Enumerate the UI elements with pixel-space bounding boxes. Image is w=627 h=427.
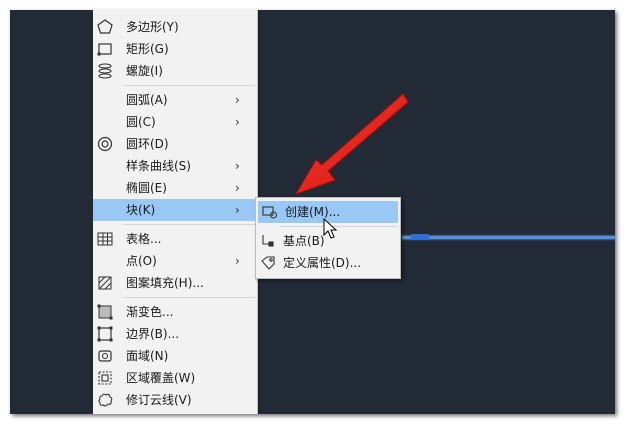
menu-separator xyxy=(123,85,255,86)
menu-separator xyxy=(123,224,255,225)
menu-separator xyxy=(123,297,255,298)
chevron-right-icon: › xyxy=(235,203,240,217)
submenu-item-label: 基点(B) xyxy=(283,234,325,248)
menu-item-label: 螺旋(I) xyxy=(126,64,163,78)
menu-item-ellipse[interactable]: 椭圆(E) › xyxy=(93,177,257,199)
gradient-icon xyxy=(96,303,114,321)
boundary-icon xyxy=(96,325,114,343)
region-icon xyxy=(96,347,114,365)
chevron-right-icon: › xyxy=(235,181,240,195)
line-grip-handle[interactable] xyxy=(411,234,429,240)
chevron-right-icon: › xyxy=(235,93,240,107)
menu-item-label: 圆(C) xyxy=(126,115,156,129)
mouse-cursor-icon xyxy=(323,218,338,239)
chevron-right-icon: › xyxy=(235,115,240,129)
menu-item-table[interactable]: 表格... xyxy=(93,228,257,250)
menu-item-region[interactable]: 面域(N) xyxy=(93,345,257,367)
menu-item-polygon[interactable]: 多边形(Y) xyxy=(93,16,257,38)
drawn-line[interactable] xyxy=(402,236,615,239)
menu-separator xyxy=(280,226,398,227)
menu-item-label: 渐变色... xyxy=(126,305,174,319)
menu-item-block[interactable]: 块(K) › xyxy=(93,199,257,221)
menu-item-label: 表格... xyxy=(126,232,162,246)
donut-icon xyxy=(96,135,114,153)
menu-item-label: 区域覆盖(W) xyxy=(126,371,196,385)
menu-item-label: 样条曲线(S) xyxy=(126,159,191,173)
revcloud-icon xyxy=(96,391,114,409)
helix-icon xyxy=(96,62,114,80)
menu-item-hatch[interactable]: 图案填充(H)... xyxy=(93,272,257,294)
block-create-icon xyxy=(261,203,279,221)
menu-item-gradient[interactable]: 渐变色... xyxy=(93,301,257,323)
menu-item-label: 点(O) xyxy=(126,254,157,268)
chevron-right-icon: › xyxy=(235,159,240,173)
submenu-item-label: 定义属性(D)... xyxy=(283,256,362,270)
menu-item-label: 面域(N) xyxy=(126,349,169,363)
menu-item-rectangle[interactable]: 矩形(G) xyxy=(93,38,257,60)
menu-item-label: 矩形(G) xyxy=(126,42,169,56)
submenu-item-define-attribute[interactable]: 定义属性(D)... xyxy=(256,252,400,274)
rectangle-icon xyxy=(96,40,114,58)
menu-item-helix[interactable]: 螺旋(I) xyxy=(93,60,257,82)
menu-item-wipeout[interactable]: 区域覆盖(W) xyxy=(93,367,257,389)
table-icon xyxy=(96,230,114,248)
wipeout-icon xyxy=(96,369,114,387)
menu-item-label: 椭圆(E) xyxy=(126,181,167,195)
menu-item-label: 边界(B)... xyxy=(126,327,180,341)
menu-item-spline[interactable]: 样条曲线(S) › xyxy=(93,155,257,177)
menu-item-label: 多边形(Y) xyxy=(126,20,179,34)
menu-item-point[interactable]: 点(O) › xyxy=(93,250,257,272)
polygon-icon xyxy=(96,18,114,36)
hatch-icon xyxy=(96,274,114,292)
cad-drawing-canvas[interactable]: 多边形(Y) 矩形(G) 螺旋(I) 圆弧(A) › 圆(C) › 圆环(D) … xyxy=(10,10,615,414)
attribute-define-icon xyxy=(259,254,277,272)
menu-item-revcloud[interactable]: 修订云线(V) xyxy=(93,389,257,411)
menu-item-donut[interactable]: 圆环(D) xyxy=(93,133,257,155)
menu-item-label: 修订云线(V) xyxy=(126,393,192,407)
menu-item-label: 图案填充(H)... xyxy=(126,276,204,290)
menu-item-circle[interactable]: 圆(C) › xyxy=(93,111,257,133)
menu-item-label: 块(K) xyxy=(126,203,156,217)
menu-item-arc[interactable]: 圆弧(A) › xyxy=(93,89,257,111)
menu-item-boundary[interactable]: 边界(B)... xyxy=(93,323,257,345)
chevron-right-icon: › xyxy=(235,254,240,268)
base-point-icon xyxy=(259,232,277,250)
menu-item-label: 圆弧(A) xyxy=(126,93,168,107)
draw-menu: 多边形(Y) 矩形(G) 螺旋(I) 圆弧(A) › 圆(C) › 圆环(D) … xyxy=(93,10,258,414)
menu-item-label: 圆环(D) xyxy=(126,137,169,151)
